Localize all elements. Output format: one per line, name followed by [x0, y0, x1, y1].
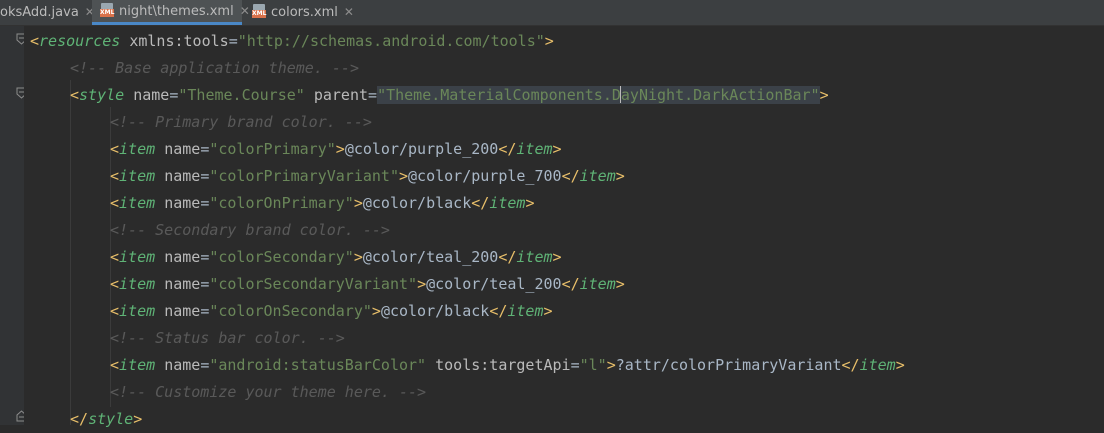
- code-line: </style>: [70, 410, 143, 428]
- close-icon[interactable]: ✕: [344, 5, 354, 19]
- editor-tab-bar: oksAdd.java ✕ XML night\themes.xml ✕ XML col…: [0, 0, 1104, 26]
- tab-label: oksAdd.java: [0, 5, 79, 20]
- tab-label: night\themes.xml: [119, 4, 234, 19]
- code-line: <item name="colorSecondary">@color/teal_…: [110, 248, 562, 266]
- editor-gutter: [0, 26, 24, 425]
- code-comment: <!-- Secondary brand color. -->: [110, 221, 390, 239]
- code-line: <item name="colorOnSecondary">@color/bla…: [110, 302, 553, 320]
- code-line: <item name="colorSecondaryVariant">@colo…: [110, 275, 625, 293]
- tab-label: colors.xml: [271, 5, 338, 20]
- code-line: <style name="Theme.Course" parent="Theme…: [70, 86, 829, 104]
- tab-booksadd-java[interactable]: oksAdd.java ✕: [0, 0, 95, 25]
- code-comment: <!-- Customize your theme here. -->: [110, 383, 427, 401]
- tab-night-themes-xml[interactable]: XML night\themes.xml ✕: [92, 0, 250, 25]
- code-line: <item name="colorPrimaryVariant">@color/…: [110, 167, 625, 185]
- code-comment: <!-- Status bar color. -->: [110, 329, 345, 347]
- code-line: <item name="colorPrimary">@color/purple_…: [110, 140, 562, 158]
- code-comment: <!-- Base application theme. -->: [70, 59, 359, 77]
- xml-file-icon: XML: [252, 4, 266, 18]
- xml-file-icon: XML: [100, 3, 114, 17]
- tab-colors-xml[interactable]: XML colors.xml ✕: [244, 0, 354, 25]
- code-line: <item name="colorOnPrimary">@color/black…: [110, 194, 535, 212]
- code-comment: <!-- Primary brand color. -->: [110, 113, 372, 131]
- code-editor[interactable]: <resources xmlns:tools="http://schemas.a…: [24, 26, 1104, 428]
- code-line: <resources xmlns:tools="http://schemas.a…: [30, 32, 554, 50]
- code-line: <item name="android:statusBarColor" tool…: [110, 356, 905, 374]
